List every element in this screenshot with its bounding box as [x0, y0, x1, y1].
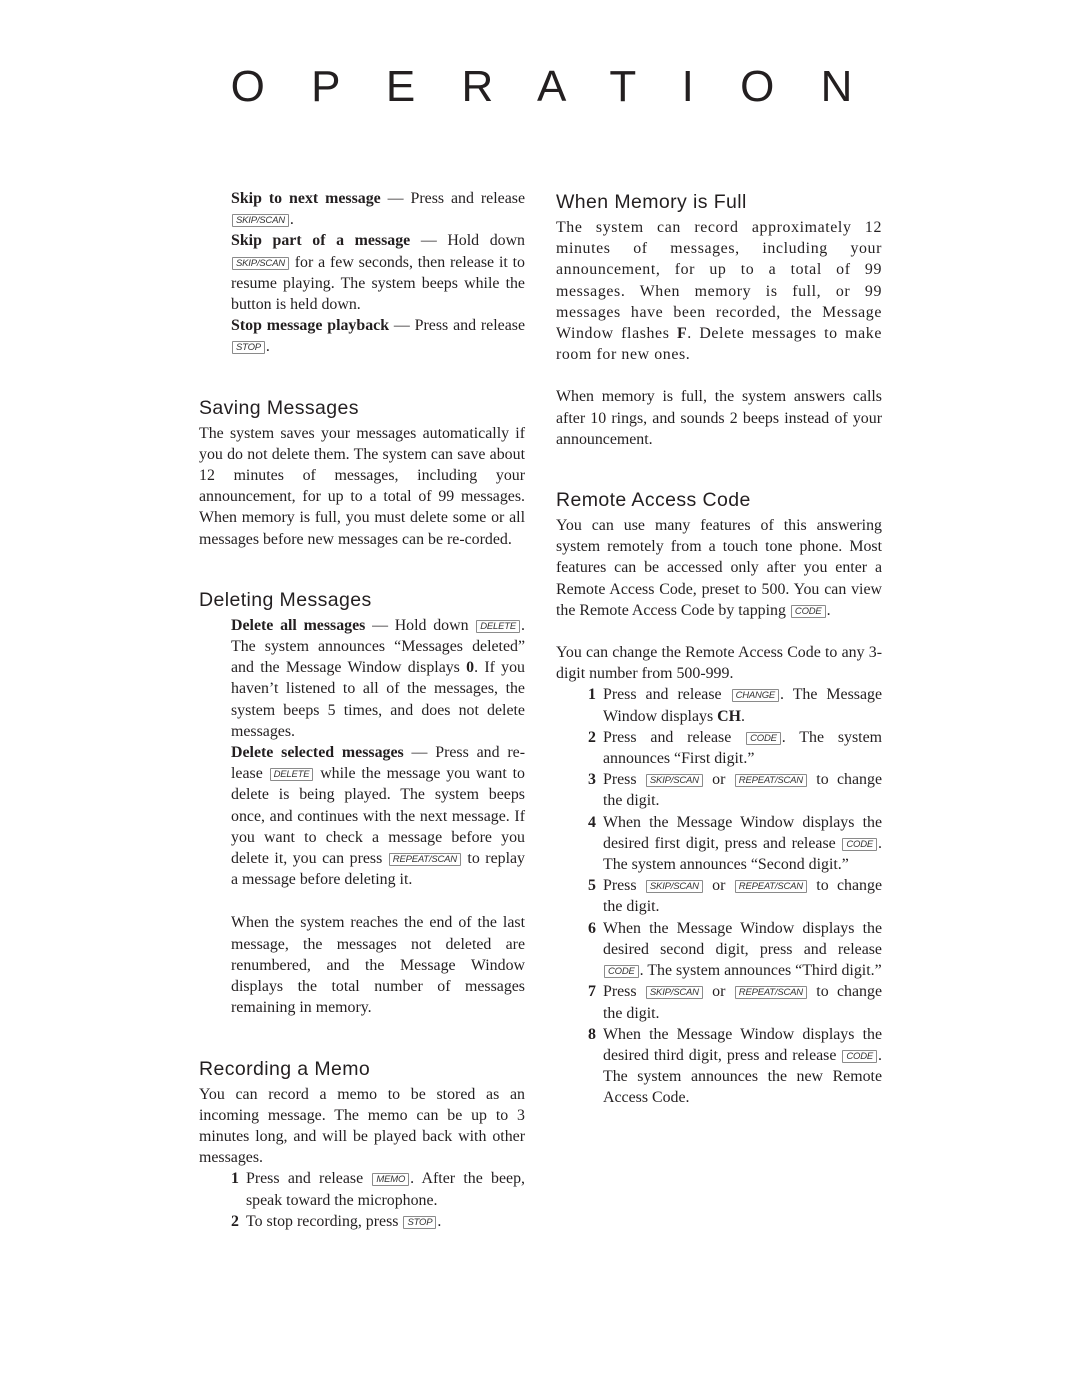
stop-playback-label: Stop message playback — [231, 317, 390, 335]
repeat-scan-key-icon: REPEAT/SCAN — [734, 774, 807, 788]
memo-step: 2 To stop recording, press STOP. — [231, 1212, 442, 1230]
remote-step: 6 When the Message Window displays the de… — [588, 919, 882, 980]
stop-key-icon: STOP — [232, 341, 265, 355]
remote-step: 5 Press SKIP/SCAN or REPEAT/SCAN to chang… — [588, 877, 882, 916]
remote-access-change-note: You can change the Remote Access Code to… — [556, 644, 882, 683]
repeat-scan-key-icon: REPEAT/SCAN — [388, 853, 461, 867]
skip-scan-key-icon: SKIP/SCAN — [645, 880, 703, 894]
recording-memo-heading: Recording a Memo — [199, 1057, 371, 1080]
code-key-icon: CODE — [842, 837, 878, 851]
memory-full-heading: When Memory is Full — [556, 191, 747, 213]
delete-selected-label: Delete selected messages — [231, 744, 404, 762]
recording-memo-body: You can record a memo to be stored as an… — [199, 1085, 525, 1167]
remote-access-body: You can use many features of this answer… — [556, 517, 882, 619]
remote-step: 1 Press and release CHANGE. The Message W… — [588, 686, 883, 725]
skip-part-label: Skip part of a message — [231, 232, 411, 250]
memo-steps: 1 Press and release MEMO. After the beep,… — [231, 1168, 525, 1232]
repeat-scan-key-icon: REPEAT/SCAN — [734, 986, 807, 1000]
skip-next-label: Skip to next message — [231, 190, 381, 207]
remote-step: 2 Press and release CODE. The system anno… — [588, 728, 882, 768]
code-key-icon: CODE — [746, 731, 781, 745]
remote-code-steps: 1 Press and release CHANGE. The Message W… — [588, 684, 882, 1108]
deleting-messages-heading: Deleting Messages — [199, 588, 372, 611]
skip-scan-key-icon: SKIP/SCAN — [232, 256, 289, 270]
stop-playback-instruction: Stop message playback — Press and releas… — [231, 317, 525, 356]
delete-all-instruction: Delete all messages — Hold down DELETE. … — [231, 616, 525, 740]
change-key-icon: CHANGE — [731, 689, 780, 703]
delete-selected-instruction: Delete selected messages — Press and re-… — [231, 744, 525, 889]
remote-step: 4 When the Message Window displays the de… — [588, 813, 882, 874]
skip-part-instruction: Skip part of a message — Hold down SKIP/… — [231, 232, 526, 314]
memo-step: 1 Press and release MEMO. After the beep,… — [231, 1170, 525, 1209]
code-key-icon: CODE — [842, 1049, 878, 1063]
left-column: Skip to next message — Press and release… — [199, 186, 525, 1232]
remote-access-heading: Remote Access Code — [556, 489, 751, 512]
stop-key-icon: STOP — [403, 1215, 437, 1229]
page-title: O P E R A T I O N — [230, 62, 870, 111]
skip-scan-key-icon: SKIP/SCAN — [232, 214, 289, 228]
memory-full-note: When memory is full, the system answers … — [556, 388, 882, 448]
repeat-scan-key-icon: REPEAT/SCAN — [734, 880, 807, 894]
delete-end-note: When the system reaches the end of the l… — [231, 914, 525, 1017]
remote-step: 8 When the Message Window displays the de… — [588, 1025, 882, 1107]
code-key-icon: CODE — [790, 604, 826, 618]
skip-scan-key-icon: SKIP/SCAN — [645, 986, 703, 1000]
remote-step: 7 Press SKIP/SCAN or REPEAT/SCAN to chang… — [588, 983, 882, 1022]
memory-full-body: The system can record approximately 12 m… — [556, 219, 882, 364]
saving-messages-body: The system saves your messages automatic… — [199, 424, 525, 548]
saving-messages-heading: Saving Messages — [199, 396, 359, 419]
delete-all-label: Delete all messages — [231, 616, 366, 634]
skip-scan-key-icon: SKIP/SCAN — [645, 774, 703, 788]
memo-key-icon: MEMO — [372, 1173, 410, 1187]
delete-key-icon: DELETE — [269, 768, 314, 782]
remote-step: 3 Press SKIP/SCAN or REPEAT/SCAN to chang… — [588, 771, 882, 810]
skip-next-instruction: Skip to next message — Press and release… — [231, 190, 525, 229]
delete-key-icon: DELETE — [476, 619, 521, 633]
code-key-icon: CODE — [604, 965, 639, 979]
right-column: When Memory is Full The system can recor… — [556, 190, 882, 1109]
